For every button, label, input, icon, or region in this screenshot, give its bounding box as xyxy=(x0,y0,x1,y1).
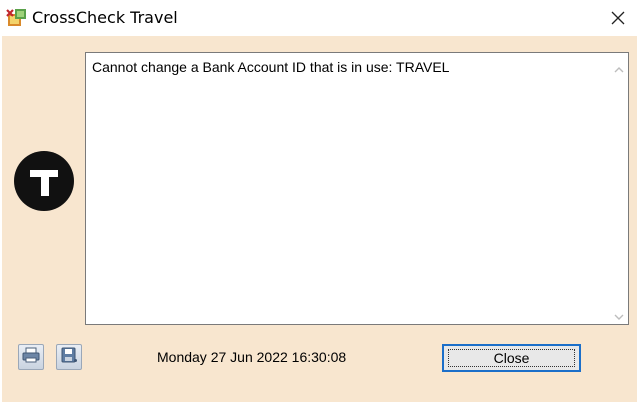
print-icon xyxy=(22,347,40,368)
vertical-scrollbar[interactable] xyxy=(610,53,628,324)
dialog-window: CrossCheck Travel Cannot change a Bank A… xyxy=(0,0,639,404)
title-bar[interactable]: CrossCheck Travel xyxy=(0,0,639,36)
message-box[interactable]: Cannot change a Bank Account ID that is … xyxy=(85,52,629,325)
dialog-body: Cannot change a Bank Account ID that is … xyxy=(2,36,637,402)
close-button-label: Close xyxy=(448,349,575,367)
close-button[interactable]: Close xyxy=(442,344,581,372)
save-icon xyxy=(60,347,78,368)
scroll-down-icon[interactable] xyxy=(614,308,624,320)
timestamp: Monday 27 Jun 2022 16:30:08 xyxy=(157,349,347,365)
message-text: Cannot change a Bank Account ID that is … xyxy=(92,59,450,75)
print-button[interactable] xyxy=(18,344,44,370)
scroll-up-icon[interactable] xyxy=(614,61,624,73)
window-title: CrossCheck Travel xyxy=(32,8,178,27)
travel-logo-icon xyxy=(13,150,75,212)
save-button[interactable] xyxy=(56,344,82,370)
crosscheck-app-icon xyxy=(6,6,28,28)
close-icon[interactable] xyxy=(600,2,636,34)
